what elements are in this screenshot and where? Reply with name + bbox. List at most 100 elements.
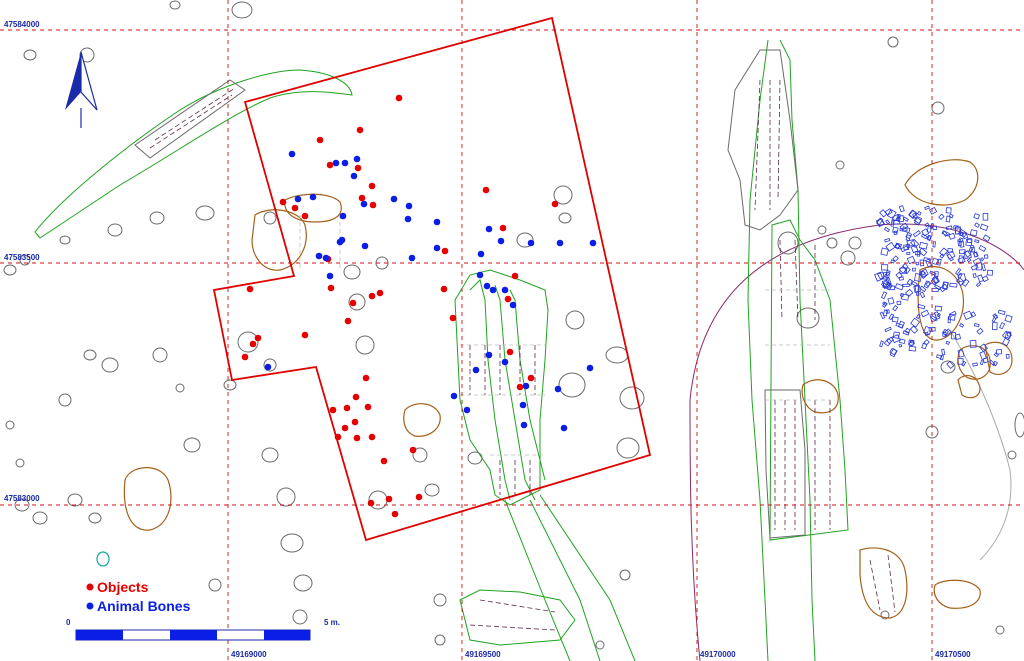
bone-fragment-outline <box>912 267 916 272</box>
bone-fragment-outline <box>924 205 930 210</box>
bone-fragment-outline <box>918 241 928 250</box>
object-find-point <box>511 272 519 280</box>
legend-objects-marker <box>86 583 94 591</box>
bone-fragment-outline <box>885 241 896 252</box>
bone-fragment-outline <box>966 257 972 263</box>
bone-fragment-outline <box>977 274 984 283</box>
bone-fragment-outline <box>892 305 899 312</box>
bone-find-point <box>361 242 369 250</box>
bone-fragment-outline <box>969 229 978 237</box>
bone-fragment-outline <box>1004 314 1013 323</box>
north-arrow-icon <box>65 51 98 128</box>
bone-fragment-outline <box>894 283 904 291</box>
x-label-4: 49170500 <box>935 650 971 659</box>
bone-find-point <box>350 172 358 180</box>
bone-fragment-outline <box>892 226 899 234</box>
bone-finds <box>264 150 597 432</box>
bone-fragment-outline <box>899 338 906 345</box>
bone-fragment-outline <box>941 348 946 356</box>
object-find-point <box>409 446 417 454</box>
bone-find-point <box>390 195 398 203</box>
bone-fragment-outline <box>983 254 989 259</box>
y-label-middle: 47583500 <box>4 253 40 262</box>
bone-find-point <box>450 392 458 400</box>
bone-fragment-outline <box>982 212 989 221</box>
bone-find-point <box>485 225 493 233</box>
bone-fragment-outline <box>916 210 922 216</box>
bone-fragment-outline <box>931 257 939 265</box>
bone-find-point <box>520 421 528 429</box>
bone-find-point <box>501 286 509 294</box>
y-label-bottom: 47583000 <box>4 494 40 503</box>
bone-fragment-outline <box>974 222 980 228</box>
trench-lines <box>299 215 830 456</box>
bone-find-point <box>294 195 302 203</box>
bone-fragment-outline <box>891 316 899 323</box>
legend: Objects Animal Bones <box>86 551 191 614</box>
legend-bones-marker <box>86 602 94 610</box>
bone-fragment-outline <box>979 257 985 262</box>
bone-fragment-outline <box>973 323 980 328</box>
bone-find-point <box>404 215 412 223</box>
bone-fragment-outline <box>902 216 909 222</box>
object-find-point <box>254 334 262 342</box>
object-find-point <box>343 404 351 412</box>
bone-fragment-outline <box>981 263 987 272</box>
bone-find-point <box>315 252 323 260</box>
bone-find-point <box>288 150 296 158</box>
bone-fragment-outline <box>923 280 931 289</box>
bone-fragment-outline <box>887 297 895 305</box>
bone-fragment-outline <box>972 362 978 367</box>
bone-fragment-outline <box>919 291 926 299</box>
brown-features <box>123 159 1013 619</box>
bone-fragment-outline <box>1005 353 1010 359</box>
bone-find-point <box>509 301 517 309</box>
x-label-2: 49169500 <box>465 650 501 659</box>
object-find-point <box>327 284 335 292</box>
object-find-point <box>504 295 512 303</box>
object-find-point <box>241 353 249 361</box>
bone-fragment-outline <box>979 223 989 232</box>
bone-fragment-outline <box>934 305 943 312</box>
bone-fragment-outline <box>976 327 984 335</box>
bone-fragment-outline <box>941 281 949 290</box>
object-find-point <box>353 434 361 442</box>
bone-fragment-outline <box>986 269 994 276</box>
bone-fragment-outline <box>914 273 922 282</box>
bone-fragment-outline <box>909 325 919 334</box>
bone-find-point <box>353 155 361 163</box>
bone-fragment-outline <box>880 291 888 300</box>
y-label-top: 47584000 <box>4 20 40 29</box>
object-find-point <box>341 424 349 432</box>
object-find-point <box>506 348 514 356</box>
bone-fragment-outline <box>905 288 914 297</box>
bone-fragment-outline <box>932 225 938 231</box>
bone-find-point <box>472 366 480 374</box>
bone-fragment-outline <box>945 207 952 214</box>
object-find-point <box>368 182 376 190</box>
object-find-point <box>291 204 299 212</box>
object-find-point <box>367 499 375 507</box>
bone-fragment-outline <box>896 300 902 306</box>
scale-end-label: 5 m. <box>324 618 340 627</box>
object-find-point <box>326 161 334 169</box>
bone-fragment-outline <box>945 340 950 345</box>
bone-find-point <box>501 358 509 366</box>
scale-bar: 0 5 m. <box>66 618 340 641</box>
bone-fragment-outline <box>880 247 889 256</box>
bone-fragment-outline <box>929 206 938 215</box>
object-find-point <box>449 314 457 322</box>
bone-fragment-outline <box>973 213 980 220</box>
object-find-point <box>364 403 372 411</box>
bone-find-point <box>433 244 441 252</box>
bone-find-point <box>485 351 493 359</box>
object-find-point <box>354 164 362 172</box>
bone-fragment-outline <box>948 232 956 240</box>
bone-find-point <box>405 202 413 210</box>
bone-find-point <box>264 363 272 371</box>
bone-find-point <box>554 385 562 393</box>
object-find-point <box>395 94 403 102</box>
object-find-point <box>358 194 366 202</box>
bone-fragment-outline <box>898 205 905 213</box>
object-find-point <box>516 383 524 391</box>
